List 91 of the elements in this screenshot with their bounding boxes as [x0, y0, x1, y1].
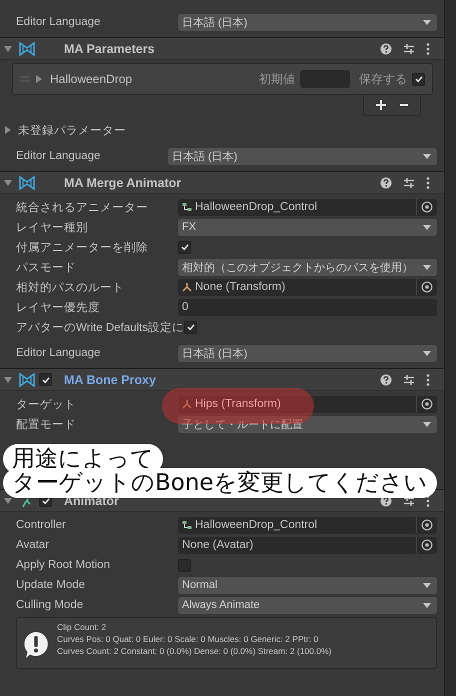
checkmark-icon — [40, 374, 50, 384]
language-dropdown[interactable]: 日本語 (日本) — [178, 344, 438, 362]
checkmark-icon — [414, 74, 424, 84]
field-label: Update Mode — [16, 579, 86, 591]
dropdown[interactable]: 子として・ルートに配置 — [178, 416, 438, 432]
caret-icon — [423, 224, 432, 230]
settings-sliders-icon[interactable] — [403, 176, 416, 188]
field-label: ターゲット — [16, 398, 77, 412]
field-label: Controller — [16, 519, 67, 531]
component-title: MA Merge Animator — [64, 176, 182, 190]
caret-icon — [423, 154, 432, 158]
object-field[interactable]: HalloweenDrop_Control — [178, 198, 438, 216]
language-dropdown[interactable]: 日本語 (日本) — [178, 14, 438, 30]
controller-icon — [182, 520, 192, 530]
component-title: MA Bone Proxy — [64, 372, 157, 386]
checkbox[interactable] — [184, 320, 198, 334]
field-label: 保存する — [359, 70, 408, 88]
checkbox[interactable] — [39, 373, 52, 386]
object-field[interactable]: None (Transform) — [178, 278, 438, 296]
expand-triangle-icon[interactable] — [35, 75, 43, 83]
foldout[interactable]: 未登録パラメーター — [0, 120, 444, 140]
caret-icon — [423, 422, 432, 426]
settings-sliders-icon[interactable] — [403, 374, 416, 386]
field-label: アバターのWrite Defaults設定に — [16, 320, 184, 334]
component-title: Animator — [64, 494, 120, 508]
checkmark-icon — [40, 496, 50, 506]
checkbox[interactable] — [412, 72, 426, 86]
checkbox[interactable] — [178, 240, 191, 254]
field-label: 統合されるアニメーター — [16, 200, 149, 214]
caret-icon — [423, 350, 432, 356]
help-icon[interactable] — [380, 374, 392, 386]
language-dropdown[interactable]: 日本語 (日本) — [168, 148, 438, 164]
field-label: 初期値 — [259, 70, 296, 88]
default-value-field[interactable] — [300, 70, 350, 88]
expand-triangle-icon[interactable] — [4, 126, 12, 134]
transform-icon — [182, 282, 192, 292]
field-label: 相対的パスのルート — [16, 280, 125, 294]
field-label: パスモード — [16, 260, 77, 274]
field-label: レイヤー種別 — [16, 220, 89, 234]
expand-triangle-icon[interactable] — [4, 178, 12, 186]
field-label: 付属アニメーターを削除 — [16, 240, 149, 254]
parameter-name: HalloweenDrop — [50, 72, 134, 86]
component-header[interactable]: MA Parameters — [0, 37, 444, 60]
field-label: Apply Root Motion — [16, 559, 111, 571]
caret-icon — [423, 20, 432, 24]
expand-triangle-icon[interactable] — [4, 376, 12, 384]
field-label: Editor Language — [16, 347, 102, 359]
field-label: レイヤー優先度 — [16, 300, 101, 314]
settings-sliders-icon[interactable] — [403, 42, 416, 54]
parameter-item[interactable]: HalloweenDrop 初期値 保存する — [12, 63, 434, 95]
field-label: Culling Mode — [16, 599, 84, 611]
field-label: 配置モード — [16, 418, 77, 432]
object-field[interactable]: Hips (Transform) — [178, 396, 438, 412]
component-title: MA Parameters — [64, 42, 156, 56]
bowtie-icon — [19, 372, 35, 386]
field-label: Editor Language — [16, 16, 102, 28]
dropdown[interactable]: Normal — [178, 576, 438, 594]
info-text: Curves Pos: 0 Quat: 0 Euler: 0 Scale: 0 Muscles: 0 Generic: 2 PPtr: 0 — [57, 633, 320, 645]
dropdown[interactable]: Always Animate — [178, 596, 438, 614]
dropdown[interactable]: FX — [178, 218, 438, 236]
transform-icon — [182, 399, 192, 409]
object-field[interactable]: HalloweenDrop_Control — [178, 516, 438, 534]
object-field[interactable]: None (Avatar) — [178, 536, 438, 554]
component-header[interactable]: MA Merge Animator — [0, 171, 444, 194]
dropdown[interactable]: 相対的（このオブジェクトからのパスを使用） — [178, 258, 438, 276]
info-text: Clip Count: 2 — [57, 621, 108, 633]
component-header[interactable]: MA Bone Proxy — [0, 368, 444, 391]
controller-icon — [182, 202, 192, 212]
bowtie-icon — [19, 42, 35, 56]
help-icon[interactable] — [380, 42, 392, 54]
checkmark-icon — [186, 322, 196, 332]
menu-icon[interactable] — [426, 42, 430, 54]
warning-bubble-icon — [23, 631, 49, 659]
checkmark-icon — [180, 242, 190, 252]
scrollbar[interactable] — [444, 0, 456, 696]
info-text: Curves Count: 2 Constant: 0 (0.0%) Dense: 0 (0.0%) Stream: 2 (100.0%) — [57, 645, 332, 657]
menu-icon[interactable] — [426, 176, 430, 188]
caret-icon — [423, 582, 432, 588]
field-label: Avatar — [16, 539, 50, 551]
add-icon[interactable] — [376, 100, 386, 110]
expand-triangle-icon[interactable] — [4, 44, 12, 52]
caret-icon — [423, 264, 432, 270]
drag-handle-icon[interactable] — [20, 76, 30, 82]
caret-icon — [423, 602, 432, 608]
field-label: Editor Language — [16, 150, 102, 162]
expand-triangle-icon[interactable] — [4, 496, 12, 504]
bowtie-icon — [19, 176, 35, 190]
annotation-text: ターゲットのBoneを変更してください — [6, 471, 434, 495]
help-icon[interactable] — [380, 176, 392, 188]
number-field[interactable]: 0 — [178, 298, 438, 316]
menu-icon[interactable] — [426, 374, 430, 386]
